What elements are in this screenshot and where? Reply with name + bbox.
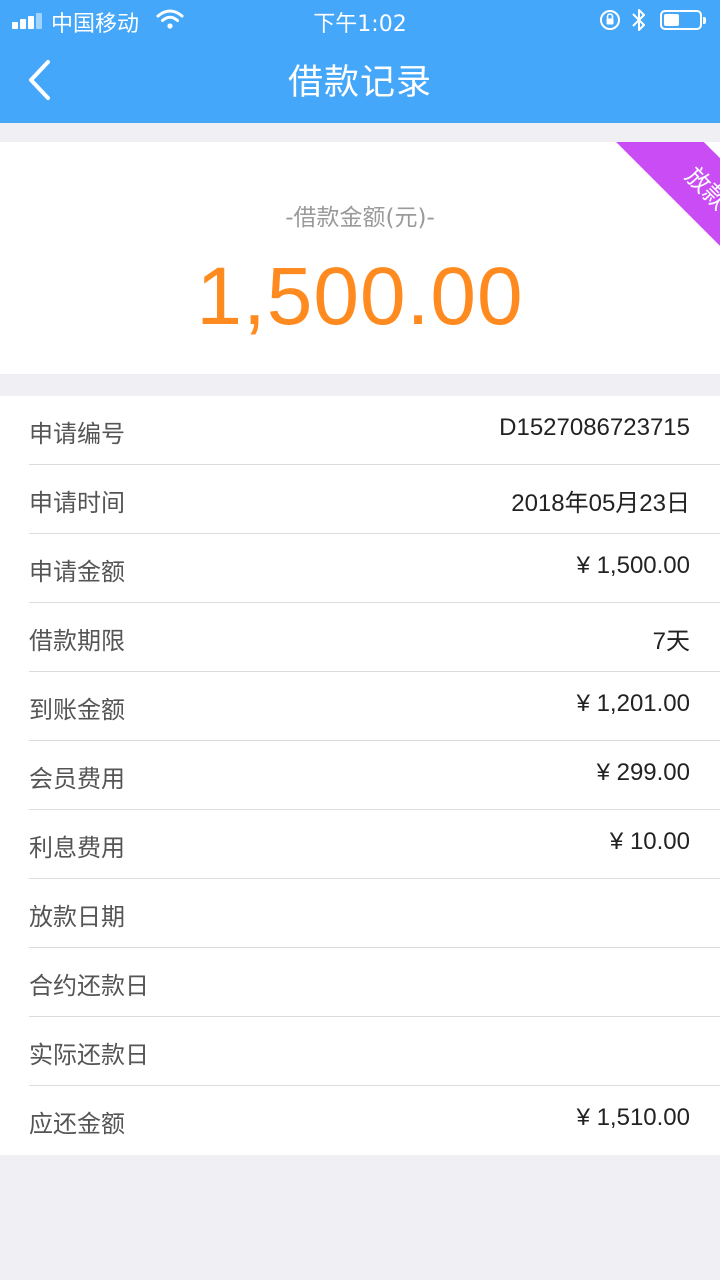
- detail-value: ¥ 1,510.00: [576, 1104, 690, 1131]
- detail-row-amount-due: 应还金额 ¥ 1,510.00: [29, 1086, 720, 1155]
- detail-row-application-time: 申请时间 2018年05月23日: [29, 465, 720, 534]
- detail-row-disbursement-date: 放款日期: [29, 879, 720, 948]
- detail-label: 借款期限: [29, 627, 125, 655]
- detail-label: 申请金额: [29, 558, 125, 586]
- detail-value: ¥ 299.00: [596, 759, 690, 786]
- detail-label: 申请编号: [29, 420, 125, 448]
- detail-value: 2018年05月23日: [511, 490, 690, 517]
- battery-icon: [660, 10, 706, 30]
- detail-row-actual-repayment-date: 实际还款日: [29, 1017, 720, 1086]
- detail-label: 申请时间: [29, 489, 125, 517]
- detail-value: ¥ 10.00: [609, 828, 690, 855]
- detail-label: 放款日期: [29, 903, 125, 931]
- loan-amount-card: -借款金额(元)- 1,500.00 放款中: [0, 142, 720, 374]
- detail-row-loan-term: 借款期限 7天: [29, 603, 720, 672]
- detail-label: 会员费用: [29, 765, 125, 793]
- detail-row-application-amount: 申请金额 ¥ 1,500.00: [29, 534, 720, 603]
- detail-row-application-number: 申请编号 D1527086723715: [29, 396, 720, 465]
- bluetooth-icon: [632, 9, 645, 31]
- detail-row-contract-repayment-date: 合约还款日: [29, 948, 720, 1017]
- detail-label: 利息费用: [29, 834, 125, 862]
- orientation-lock-icon: [600, 10, 620, 30]
- page-title: 借款记录: [287, 63, 432, 103]
- detail-value: 7天: [652, 628, 690, 655]
- detail-row-membership-fee: 会员费用 ¥ 299.00: [29, 741, 720, 810]
- status-bar: 中国移动 下午1:02: [0, 0, 720, 40]
- status-badge: 放款中: [604, 142, 720, 308]
- loan-details-list: 申请编号 D1527086723715 申请时间 2018年05月23日 申请金…: [0, 396, 720, 1155]
- detail-row-received-amount: 到账金额 ¥ 1,201.00: [29, 672, 720, 741]
- battery-level: [664, 14, 679, 26]
- detail-label: 到账金额: [29, 696, 125, 724]
- detail-label: 实际还款日: [29, 1041, 149, 1069]
- detail-value: ¥ 1,500.00: [576, 552, 690, 579]
- detail-label: 合约还款日: [29, 972, 149, 1000]
- status-ribbon: 放款中: [580, 142, 720, 322]
- detail-value: D1527086723715: [499, 414, 690, 441]
- detail-label: 应还金额: [29, 1110, 125, 1138]
- header: 中国移动 下午1:02 借款记录: [0, 0, 720, 123]
- detail-row-interest-fee: 利息费用 ¥ 10.00: [29, 810, 720, 879]
- detail-value: ¥ 1,201.00: [576, 690, 690, 717]
